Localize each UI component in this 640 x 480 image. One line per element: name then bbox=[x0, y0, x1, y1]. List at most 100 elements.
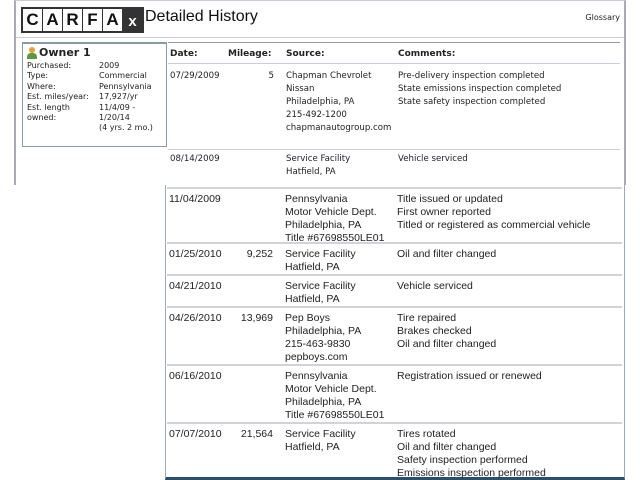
source-line: Chapman Chevrolet bbox=[286, 71, 372, 81]
field-label: Type: bbox=[27, 71, 49, 81]
field-value: 17,927/yr bbox=[99, 92, 138, 102]
owner-field: Est. length 11/4/09 - bbox=[27, 103, 162, 113]
owner-field: Where: Pennsylvania bbox=[27, 82, 162, 92]
source-line: Title #67698550LE01 bbox=[285, 409, 385, 421]
carfax-logo: CARFAx bbox=[21, 7, 144, 33]
record-comments: Vehicle serviced bbox=[397, 280, 473, 293]
record-source: Pennsylvania Motor Vehicle Dept. Philadelp… bbox=[285, 370, 384, 422]
record-date: 07/07/2010 bbox=[169, 428, 222, 440]
comment-line: Title issued or updated bbox=[397, 193, 503, 205]
record-date: 08/14/2009 bbox=[170, 154, 220, 164]
col-mileage: Mileage: bbox=[228, 49, 272, 59]
field-value: 11/4/09 - bbox=[99, 102, 136, 112]
record-date: 04/26/2010 bbox=[169, 312, 222, 324]
owner-field: Type: Commercial bbox=[27, 71, 162, 81]
record-source: Service Facility Hatfield, PA bbox=[286, 153, 350, 179]
comment-line: Oil and filter changed bbox=[397, 338, 497, 350]
record-comments: Tire repaired Brakes checked Oil and filte… bbox=[397, 312, 496, 351]
source-line: Service Facility bbox=[285, 428, 356, 440]
source-line: Motor Vehicle Dept. bbox=[285, 206, 377, 218]
record-source: Pennsylvania Motor Vehicle Dept. Philadelp… bbox=[285, 193, 384, 245]
col-date: Date: bbox=[170, 49, 198, 59]
field-value: Pennsylvania bbox=[99, 81, 152, 91]
record-mileage: 13,969 bbox=[240, 312, 273, 324]
record-comments: Oil and filter changed bbox=[397, 248, 496, 261]
comment-line: Vehicle serviced bbox=[397, 280, 473, 292]
field-label: Where: bbox=[27, 81, 56, 91]
record-date: 07/29/2009 bbox=[170, 71, 220, 81]
record-source: Service Facility Hatfield, PA bbox=[285, 280, 356, 306]
source-line: Pennsylvania bbox=[285, 193, 348, 205]
table-row: 04/21/2010 Service Facility Hatfield, PA Ve… bbox=[167, 274, 622, 305]
field-label: Est. miles/year: bbox=[27, 92, 89, 102]
source-line: Philadelphia, PA bbox=[285, 219, 362, 231]
comment-line: Brakes checked bbox=[397, 325, 472, 337]
comment-line: Titled or registered as commercial vehic… bbox=[397, 219, 591, 231]
record-date: 06/16/2010 bbox=[169, 370, 222, 382]
record-comments: Registration issued or renewed bbox=[397, 370, 542, 383]
source-line: Hatfield, PA bbox=[286, 167, 336, 177]
field-label: Purchased: bbox=[27, 61, 72, 70]
comment-line: State safety inspection completed bbox=[398, 97, 546, 107]
table-row: 07/29/2009 5 Chapman Chevrolet Nissan Philad… bbox=[168, 67, 620, 147]
table-row: 07/07/2010 21,564 Service Facility Hatfield… bbox=[167, 422, 622, 479]
owner-title: Owner 1 bbox=[39, 46, 91, 59]
field-value: 2009 bbox=[99, 61, 120, 70]
record-source: Pep Boys Philadelphia, PA 215-463-9830 pepb… bbox=[285, 312, 361, 364]
source-line: Pep Boys bbox=[285, 312, 330, 324]
col-comments: Comments: bbox=[398, 49, 456, 59]
source-line: Service Facility bbox=[285, 248, 356, 260]
record-date: 11/04/2009 bbox=[169, 193, 221, 205]
source-line: Service Facility bbox=[286, 154, 351, 164]
source-line: Philadelphia, PA bbox=[286, 97, 355, 107]
source-line: Motor Vehicle Dept. bbox=[285, 383, 377, 395]
record-mileage: 9,252 bbox=[246, 248, 273, 260]
divider bbox=[16, 37, 624, 38]
source-line: chapmanautogroup.com bbox=[286, 123, 392, 133]
record-mileage: 5 bbox=[268, 71, 274, 81]
source-line: 215-492-1200 bbox=[286, 110, 347, 120]
comment-line: Tires rotated bbox=[397, 428, 456, 440]
owner-summary: Owner 1 Purchased: 2009 Type: Commercial Whe… bbox=[22, 42, 167, 147]
page-title: Detailed History bbox=[145, 8, 258, 25]
table-row: 04/26/2010 13,969 Pep Boys Philadelphia, PA… bbox=[167, 306, 622, 363]
source-line: Nissan bbox=[286, 84, 315, 94]
source-line: Hatfield, PA bbox=[285, 293, 340, 305]
source-line: 215-463-9830 bbox=[285, 338, 351, 350]
comment-line: Registration issued or renewed bbox=[397, 370, 542, 382]
record-date: 01/25/2010 bbox=[169, 248, 222, 260]
field-value: Commercial bbox=[99, 71, 147, 81]
source-line: Philadelphia, PA bbox=[285, 396, 362, 408]
comment-line: First owner reported bbox=[397, 206, 491, 218]
comment-line: Tire repaired bbox=[397, 312, 457, 324]
col-source: Source: bbox=[286, 49, 325, 59]
comment-line: Oil and filter changed bbox=[397, 248, 497, 260]
record-source: Chapman Chevrolet Nissan Philadelphia, PA 2… bbox=[286, 70, 391, 135]
table-row: 11/04/2009 Pennsylvania Motor Vehicle Dept… bbox=[167, 187, 622, 244]
source-line: pepboys.com bbox=[285, 351, 348, 363]
comment-line: State emissions inspection completed bbox=[398, 84, 562, 94]
table-row: 06/16/2010 Pennsylvania Motor Vehicle Dept… bbox=[167, 364, 622, 421]
record-source: Service Facility Hatfield, PA bbox=[285, 248, 356, 274]
table-row: 08/14/2009 Service Facility Hatfield, PA Ve… bbox=[168, 149, 620, 185]
owner-field: Purchased: 2009 bbox=[27, 61, 162, 71]
record-comments: Vehicle serviced bbox=[398, 153, 468, 166]
field-value: (4 yrs. 2 mo.) bbox=[99, 123, 153, 133]
owner-field: Est. miles/year: 17,927/yr bbox=[27, 92, 162, 102]
field-label: owned: bbox=[27, 113, 57, 123]
source-line: Hatfield, PA bbox=[285, 441, 340, 453]
record-date: 04/21/2010 bbox=[169, 280, 222, 292]
field-value: 1/20/14 bbox=[99, 113, 130, 123]
table-header: Date: Mileage: Source: Comments: bbox=[168, 42, 620, 64]
record-source: Service Facility Hatfield, PA bbox=[285, 428, 356, 454]
owner-field: owned: 1/20/14 bbox=[27, 113, 162, 123]
table-row: 01/25/2010 9,252 Service Facility Hatfield,… bbox=[167, 242, 622, 273]
glossary-link[interactable]: Glossary bbox=[585, 13, 620, 22]
source-line: Philadelphia, PA bbox=[285, 325, 362, 337]
field-label bbox=[27, 123, 99, 133]
comment-line: Safety inspection performed bbox=[397, 454, 528, 466]
source-line: Hatfield, PA bbox=[285, 261, 340, 273]
record-comments: Title issued or updated First owner repor… bbox=[397, 193, 590, 232]
comment-line: Pre-delivery inspection completed bbox=[398, 71, 545, 81]
record-mileage: 21,564 bbox=[240, 428, 273, 440]
